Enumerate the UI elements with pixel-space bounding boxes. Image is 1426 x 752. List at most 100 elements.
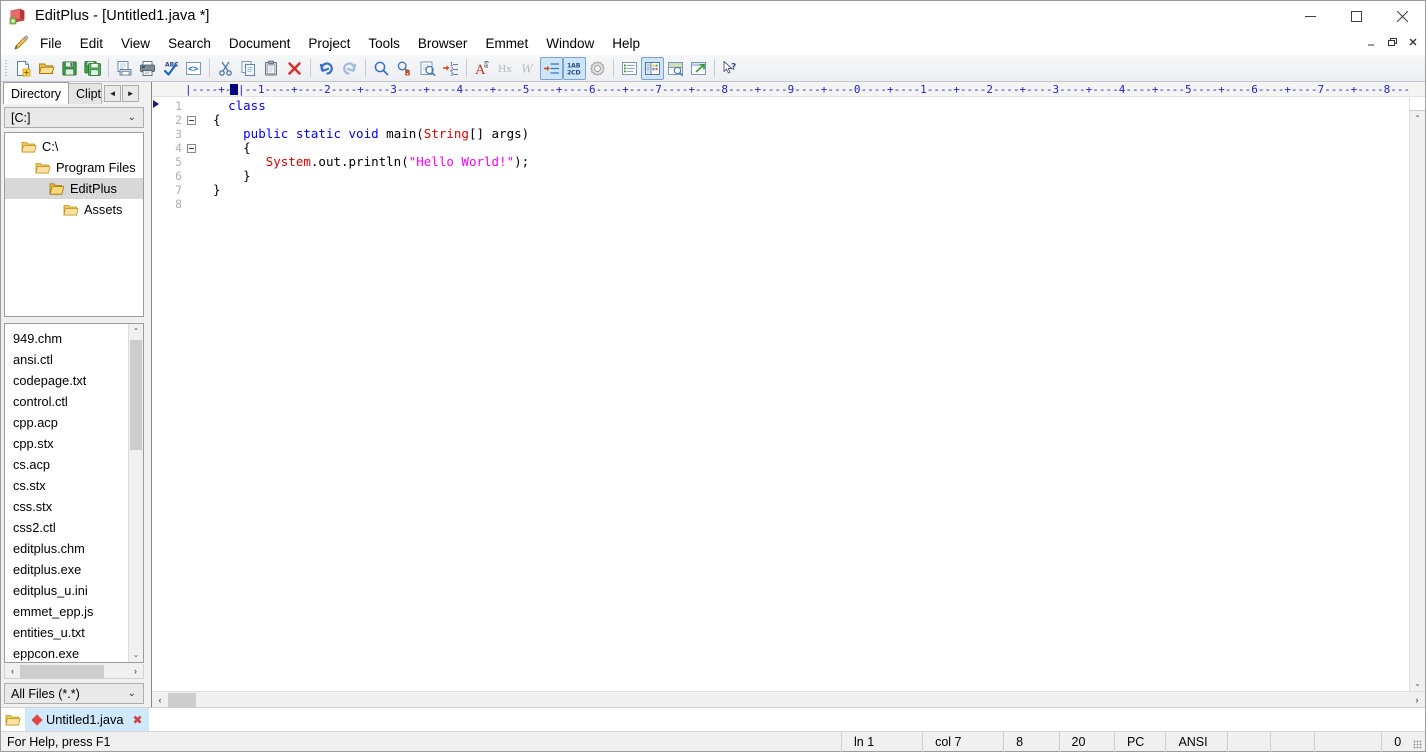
document-selector-icon[interactable]: [618, 57, 641, 80]
cut-icon[interactable]: [214, 57, 237, 80]
save-all-icon[interactable]: [81, 57, 104, 80]
list-item[interactable]: editplus_u.ini: [13, 580, 128, 601]
folder-icon[interactable]: [5, 713, 25, 727]
editor-horizontal-scrollbar[interactable]: ‹ ›: [152, 691, 1425, 707]
open-folder-icon[interactable]: [35, 57, 58, 80]
code-editor[interactable]: 1 2 3 4 5 6 7 8: [152, 97, 1409, 691]
browser-preview-icon[interactable]: [687, 57, 710, 80]
scroll-down-icon[interactable]: ⌄: [129, 647, 143, 662]
scroll-right-icon[interactable]: ›: [128, 665, 143, 678]
scroll-down-icon[interactable]: ⌄: [1410, 676, 1425, 691]
tree-node-c-drive[interactable]: C:\: [5, 136, 143, 157]
file-list-horizontal-scrollbar[interactable]: ‹ ›: [4, 664, 144, 679]
scroll-up-icon[interactable]: ⌃: [129, 324, 143, 339]
menu-browser[interactable]: Browser: [410, 34, 476, 53]
print-icon[interactable]: [136, 57, 159, 80]
new-file-icon[interactable]: [12, 57, 35, 80]
toolbar-grip[interactable]: [3, 58, 10, 78]
tree-node-editplus[interactable]: EditPlus: [5, 178, 143, 199]
list-item[interactable]: editplus.chm: [13, 538, 128, 559]
tabstrip-prev-button[interactable]: ◄: [104, 85, 121, 102]
list-item[interactable]: eppcon.exe: [13, 643, 128, 662]
mdi-restore-button[interactable]: [1382, 33, 1402, 51]
menu-tools[interactable]: Tools: [360, 34, 408, 53]
list-item[interactable]: ansi.ctl: [13, 349, 128, 370]
view-source-icon[interactable]: <>: [182, 57, 205, 80]
menu-file[interactable]: File: [32, 34, 70, 53]
fold-collapse-icon[interactable]: [187, 116, 196, 125]
mdi-minimize-button[interactable]: [1361, 33, 1381, 51]
fold-collapse-icon[interactable]: [187, 144, 196, 153]
scroll-right-icon[interactable]: ›: [1409, 695, 1425, 705]
list-item[interactable]: 949.chm: [13, 328, 128, 349]
fold-slot[interactable]: [185, 113, 198, 127]
code-fold-gutter[interactable]: [185, 97, 198, 691]
delete-icon[interactable]: [283, 57, 306, 80]
mdi-close-button[interactable]: [1403, 33, 1423, 51]
file-list-vertical-scrollbar[interactable]: ⌃ ⌄: [128, 324, 143, 662]
line-numbers-icon[interactable]: 1 AB 2 CD: [563, 57, 586, 80]
list-item[interactable]: cs.acp: [13, 454, 128, 475]
indent-icon[interactable]: [540, 57, 563, 80]
list-item[interactable]: editplus.exe: [13, 559, 128, 580]
editor-vertical-scrollbar[interactable]: ⌃ ⌄: [1409, 97, 1425, 691]
close-icon[interactable]: ✖: [133, 713, 143, 727]
scroll-left-icon[interactable]: ‹: [5, 665, 20, 678]
tree-node-assets[interactable]: Assets: [5, 199, 143, 220]
tabstrip-next-button[interactable]: ►: [122, 85, 139, 102]
drive-select[interactable]: [C:] ⌄: [4, 107, 144, 128]
spell-check-icon[interactable]: ABC: [159, 57, 182, 80]
print-preview-icon[interactable]: [113, 57, 136, 80]
redo-icon[interactable]: [338, 57, 361, 80]
preferences-gear-icon[interactable]: [586, 57, 609, 80]
menu-document[interactable]: Document: [221, 34, 299, 53]
find-in-files-icon[interactable]: [416, 57, 439, 80]
close-button[interactable]: [1379, 1, 1425, 31]
undo-icon[interactable]: [315, 57, 338, 80]
tree-node-program-files[interactable]: Program Files: [5, 157, 143, 178]
scroll-left-icon[interactable]: ‹: [152, 695, 168, 705]
scrollbar-thumb[interactable]: [130, 340, 142, 450]
word-wrap-icon[interactable]: W: [517, 57, 540, 80]
list-item[interactable]: cs.stx: [13, 475, 128, 496]
hex-view-icon[interactable]: Hx: [494, 57, 517, 80]
list-item[interactable]: entities_u.txt: [13, 622, 128, 643]
resize-grip[interactable]: [1411, 732, 1425, 752]
list-item[interactable]: cpp.stx: [13, 433, 128, 454]
copy-icon[interactable]: [237, 57, 260, 80]
goto-line-icon[interactable]: 1 2 3: [439, 57, 462, 80]
output-window-icon[interactable]: [664, 57, 687, 80]
minimize-button[interactable]: [1287, 1, 1333, 31]
paste-icon[interactable]: [260, 57, 283, 80]
menu-window[interactable]: Window: [538, 34, 602, 53]
list-item[interactable]: emmet_epp.js: [13, 601, 128, 622]
fold-slot[interactable]: [185, 141, 198, 155]
directory-window-icon[interactable]: [641, 57, 664, 80]
directory-tree[interactable]: C:\ Program Files: [4, 132, 144, 317]
maximize-button[interactable]: [1333, 1, 1379, 31]
menu-project[interactable]: Project: [300, 34, 358, 53]
scroll-up-icon[interactable]: ⌃: [1410, 111, 1425, 126]
list-item[interactable]: codepage.txt: [13, 370, 128, 391]
tab-directory[interactable]: Directory: [3, 82, 69, 104]
save-icon[interactable]: [58, 57, 81, 80]
scrollbar-thumb[interactable]: [168, 693, 196, 707]
menu-search[interactable]: Search: [160, 34, 219, 53]
menu-edit[interactable]: Edit: [72, 34, 111, 53]
document-tab-untitled1[interactable]: Untitled1.java ✖: [25, 708, 149, 731]
font-icon[interactable]: A a: [471, 57, 494, 80]
file-list[interactable]: 949.chm ansi.ctl codepage.txt control.ct…: [4, 323, 144, 663]
menu-help[interactable]: Help: [604, 34, 648, 53]
context-help-icon[interactable]: ?: [719, 57, 742, 80]
list-item[interactable]: css2.ctl: [13, 517, 128, 538]
tab-cliptext[interactable]: Clipt: [68, 83, 102, 104]
replace-icon[interactable]: B: [393, 57, 416, 80]
menu-emmet[interactable]: Emmet: [477, 34, 536, 53]
list-item[interactable]: cpp.acp: [13, 412, 128, 433]
find-icon[interactable]: [370, 57, 393, 80]
list-item[interactable]: css.stx: [13, 496, 128, 517]
file-filter-select[interactable]: All Files (*.*) ⌄: [4, 683, 144, 704]
list-item[interactable]: control.ctl: [13, 391, 128, 412]
menu-view[interactable]: View: [113, 34, 158, 53]
code-text[interactable]: class { public static void main(String[]…: [198, 97, 1409, 691]
